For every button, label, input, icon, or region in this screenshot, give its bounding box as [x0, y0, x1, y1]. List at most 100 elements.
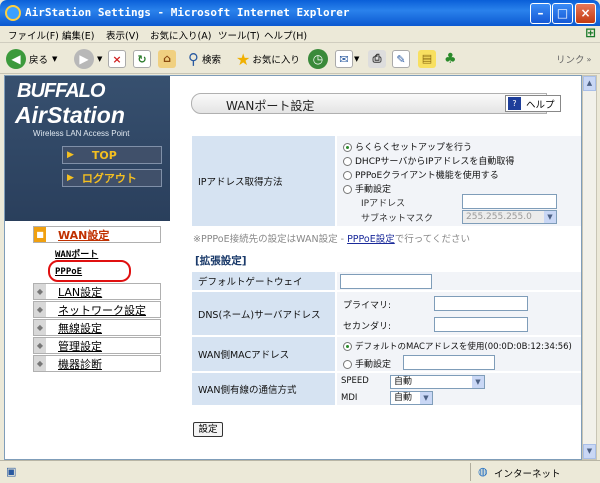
forward-arrow-icon: ▶ — [74, 49, 94, 69]
mdi-label: MDI — [341, 393, 358, 403]
discuss-icon: ▤ — [418, 50, 436, 68]
toolbar: ◀ 戻る ▼ ▶ ▼ × ↻ ⌂ ⚲ 検索 ★ お気に入り ◷ ✉ ▼ ⎙ ✎ … — [0, 43, 600, 74]
print-icon: ⎙ — [368, 50, 386, 68]
menu-file[interactable]: ファイル(F) — [8, 28, 59, 42]
radio-dhcp[interactable]: DHCPサーバからIPアドレスを自動取得 — [343, 154, 514, 167]
wired-mode-cell: SPEED 自動 ▼ MDI 自動 ▼ — [336, 372, 581, 406]
discuss-button[interactable]: ▤ — [418, 48, 436, 70]
stop-icon: × — [108, 50, 126, 68]
submit-button[interactable]: 設定 — [193, 422, 223, 437]
wired-mode-label: WAN側有線の通信方式 — [191, 372, 336, 406]
chevron-down-icon: ▼ — [544, 211, 556, 223]
status-bar: ▣ ◍ インターネット — [0, 460, 600, 483]
home-icon: ⌂ — [158, 50, 176, 68]
dns-primary-input[interactable] — [434, 296, 528, 311]
mac-cell: デフォルトのMACアドレスを使用(00:0D:0B:12:34:56) 手動設定 — [336, 336, 581, 372]
refresh-button[interactable]: ↻ — [133, 48, 151, 70]
radio-easy-setup[interactable]: らくらくセットアップを行う — [343, 140, 472, 153]
menu-tools[interactable]: ツール(T) — [218, 28, 260, 42]
minimize-button[interactable]: – — [530, 3, 551, 24]
scroll-up-icon[interactable]: ▲ — [583, 76, 596, 91]
help-button[interactable]: ? ヘルプ — [505, 95, 561, 112]
messenger-button[interactable]: ♣ — [444, 48, 457, 70]
radio-mac-manual[interactable]: 手動設定 — [343, 357, 391, 370]
chevron-down-icon: ▼ — [472, 376, 484, 388]
menu-bar: ファイル(F) 編集(E) 表示(V) お気に入り(A) ツール(T) ヘルプ(… — [0, 26, 600, 43]
dns-secondary-label: セカンダリ: — [343, 322, 392, 332]
bullet-icon: ■ — [34, 227, 46, 242]
arrow-right-icon: ▶ — [67, 173, 74, 183]
title-bar: AirStation Settings - Microsoft Internet… — [0, 0, 600, 26]
menu-favorites[interactable]: お気に入り(A) — [150, 28, 211, 42]
mdi-select[interactable]: 自動 ▼ — [390, 391, 433, 405]
gateway-input[interactable] — [340, 274, 432, 289]
favorites-button[interactable]: ★ お気に入り — [236, 48, 300, 70]
menu-edit[interactable]: 編集(E) — [62, 28, 94, 42]
browser-content: BUFFALO AirStation Wireless LAN Access P… — [4, 75, 582, 460]
gateway-label: デフォルトゲートウェイ — [191, 271, 336, 291]
mac-label: WAN側MACアドレス — [191, 336, 336, 372]
speed-label: SPEED — [341, 376, 369, 386]
subnet-mask-select[interactable]: 255.255.255.0 ▼ — [462, 210, 557, 224]
bullet-icon: ◆ — [34, 338, 46, 353]
mail-icon: ✉ — [335, 50, 353, 68]
stop-button[interactable]: × — [108, 48, 126, 70]
windows-flag-icon: ⊞ — [585, 26, 596, 41]
chevron-down-icon: ▼ — [420, 392, 432, 404]
print-button[interactable]: ⎙ — [368, 48, 386, 70]
scroll-down-icon[interactable]: ▼ — [583, 444, 596, 459]
highlight-circle — [48, 260, 131, 282]
subnet-mask-label: サブネットマスク — [361, 214, 434, 224]
radio-mac-default[interactable]: デフォルトのMACアドレスを使用(00:0D:0B:12:34:56) — [343, 340, 572, 352]
close-button[interactable]: × — [575, 3, 596, 24]
arrow-right-icon: ▶ — [67, 150, 74, 160]
mail-button[interactable]: ✉ ▼ — [335, 48, 359, 70]
bullet-icon: ◆ — [34, 320, 46, 335]
ip-address-input[interactable] — [462, 194, 557, 209]
edit-button[interactable]: ✎ — [392, 48, 410, 70]
sidebar-item-network[interactable]: ◆ ネットワーク設定 — [33, 301, 161, 318]
refresh-icon: ↻ — [133, 50, 151, 68]
menu-help[interactable]: ヘルプ(H) — [264, 28, 307, 42]
globe-icon: ◍ — [478, 465, 488, 478]
edit-icon: ✎ — [392, 50, 410, 68]
tagline: Wireless LAN Access Point — [33, 129, 130, 138]
links-button[interactable]: リンク » — [556, 48, 591, 70]
brand-panel: BUFFALO AirStation Wireless LAN Access P… — [5, 76, 170, 221]
page-icon: ▣ — [6, 465, 17, 478]
bullet-icon: ◆ — [34, 284, 46, 299]
menu-view[interactable]: 表示(V) — [106, 28, 139, 42]
logout-button[interactable]: ▶ ログアウト — [62, 169, 162, 187]
gateway-cell — [336, 271, 581, 291]
radio-manual[interactable]: 手動設定 — [343, 182, 391, 195]
forward-button[interactable]: ▶ ▼ — [74, 48, 102, 70]
pppoe-settings-link[interactable]: PPPoE設定 — [347, 234, 395, 245]
help-icon: ? — [508, 97, 521, 110]
radio-pppoe[interactable]: PPPoEクライアント機能を使用する — [343, 168, 499, 181]
vertical-scrollbar[interactable]: ▲ ▼ — [582, 75, 597, 460]
top-button[interactable]: ▶ TOP — [62, 146, 162, 164]
buffalo-logo: BUFFALO — [17, 80, 105, 102]
dns-cell: プライマリ: セカンダリ: — [336, 291, 581, 336]
back-arrow-icon: ◀ — [6, 49, 26, 69]
search-icon: ⚲ — [188, 50, 199, 68]
bullet-icon: ◆ — [34, 302, 46, 317]
bullet-icon: ◆ — [34, 356, 46, 371]
sidebar-item-admin[interactable]: ◆ 管理設定 — [33, 337, 161, 354]
page-header: WANポート設定 — [191, 93, 547, 114]
home-button[interactable]: ⌂ — [158, 48, 176, 70]
speed-select[interactable]: 自動 ▼ — [390, 375, 485, 389]
sidebar-item-diagnostics[interactable]: ◆ 機器診断 — [33, 355, 161, 372]
dns-secondary-input[interactable] — [434, 317, 528, 332]
history-icon: ◷ — [308, 49, 328, 69]
history-button[interactable]: ◷ — [308, 48, 328, 70]
sidebar-item-lan[interactable]: ◆ LAN設定 — [33, 283, 161, 300]
back-button[interactable]: ◀ 戻る ▼ — [6, 48, 57, 70]
sidebar-item-wan[interactable]: ■ WAN設定 — [33, 226, 161, 243]
mac-address-input[interactable] — [403, 355, 495, 370]
sidebar-sub-wan-port[interactable]: WANポート — [55, 247, 98, 260]
ie-icon — [5, 5, 21, 21]
sidebar-item-wireless[interactable]: ◆ 無線設定 — [33, 319, 161, 336]
search-button[interactable]: ⚲ 検索 — [188, 48, 221, 70]
maximize-button[interactable]: □ — [552, 3, 573, 24]
